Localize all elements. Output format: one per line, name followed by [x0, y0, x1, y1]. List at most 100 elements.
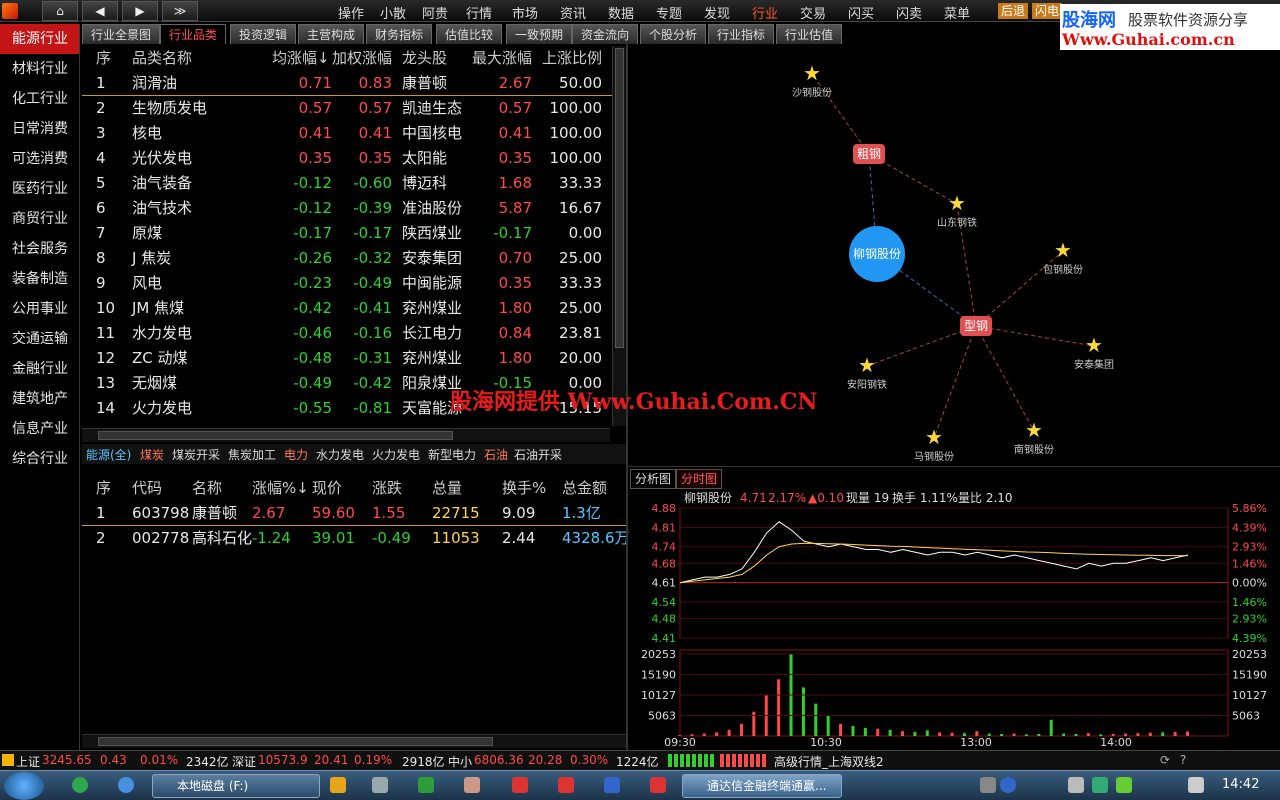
- signal-icon[interactable]: [1188, 777, 1204, 793]
- menu-item-10[interactable]: 交易: [800, 3, 826, 22]
- column-header[interactable]: 总量: [432, 476, 462, 501]
- menu-item-7[interactable]: 专题: [656, 3, 682, 22]
- tab-5[interactable]: 估值比较: [436, 24, 503, 44]
- star-icon[interactable]: ★: [1054, 238, 1072, 262]
- sub-tab-2[interactable]: 煤炭开采: [172, 446, 220, 463]
- app3-icon[interactable]: [604, 777, 620, 793]
- browser-icon[interactable]: [72, 777, 88, 793]
- sidebar-item-5[interactable]: 医药行业: [0, 174, 79, 204]
- column-header[interactable]: 龙头股: [402, 46, 447, 71]
- table-row[interactable]: 2 生物质发电 0.57 0.57 凯迪生态 0.57 100.00: [82, 96, 627, 121]
- star-icon[interactable]: ★: [858, 353, 876, 377]
- sidebar-item-9[interactable]: 公用事业: [0, 294, 79, 324]
- column-header[interactable]: 涨跌: [372, 476, 402, 501]
- network-icon[interactable]: [1116, 777, 1132, 793]
- column-header[interactable]: 品类名称: [132, 46, 192, 71]
- clock[interactable]: 14:42: [1222, 777, 1259, 792]
- sub-tab-5[interactable]: 水力发电: [316, 446, 364, 463]
- keyboard-icon[interactable]: [980, 777, 996, 793]
- sidebar-item-0[interactable]: 能源行业: [0, 24, 79, 54]
- column-header[interactable]: 序: [96, 476, 111, 501]
- vertical-scrollbar[interactable]: [612, 46, 626, 426]
- sub-tab-7[interactable]: 新型电力: [428, 446, 476, 463]
- sub-tab-0[interactable]: 能源(全): [86, 446, 131, 463]
- sidebar-item-11[interactable]: 金融行业: [0, 354, 79, 384]
- stock-app2-icon[interactable]: [558, 777, 574, 793]
- tab-4[interactable]: 财务指标: [366, 24, 433, 44]
- taskbar-item-tdx[interactable]: 通达信金融终端通赢...: [682, 774, 842, 798]
- tab-2[interactable]: 投资逻辑: [230, 24, 297, 44]
- column-header[interactable]: 换手%: [502, 476, 546, 501]
- scroll-thumb[interactable]: [98, 431, 453, 440]
- table-row[interactable]: 11 水力发电 -0.46 -0.16 长江电力 0.84 23.81: [82, 321, 627, 346]
- sidebar-item-12[interactable]: 建筑地产: [0, 384, 79, 414]
- sidebar-item-13[interactable]: 信息产业: [0, 414, 79, 444]
- sub-tab-8[interactable]: 石油: [484, 446, 508, 463]
- table-row[interactable]: 9 风电 -0.23 -0.49 中闽能源 0.35 33.33: [82, 271, 627, 296]
- table-row[interactable]: 1 润滑油 0.71 0.83 康普顿 2.67 50.00: [82, 71, 627, 96]
- column-header[interactable]: 名称: [192, 476, 222, 501]
- menu-item-4[interactable]: 市场: [512, 3, 538, 22]
- media-icon[interactable]: [330, 777, 346, 793]
- sidebar-item-6[interactable]: 商贸行业: [0, 204, 79, 234]
- table-row[interactable]: 5 油气装备 -0.12 -0.60 博迈科 1.68 33.33: [82, 171, 627, 196]
- flash-button[interactable]: 闪电: [1032, 3, 1063, 19]
- tab-intraday-chart[interactable]: 分时图: [676, 469, 723, 489]
- excel-icon[interactable]: [418, 777, 434, 793]
- horizontal-scrollbar-2[interactable]: [82, 734, 627, 748]
- sidebar-item-1[interactable]: 材料行业: [0, 54, 79, 84]
- scroll-thumb[interactable]: [98, 737, 493, 746]
- menu-item-3[interactable]: 行情: [466, 3, 492, 22]
- tab-analysis-chart[interactable]: 分析图: [630, 469, 677, 489]
- ie-icon[interactable]: [118, 777, 134, 793]
- tab-0[interactable]: 行业全景图: [82, 24, 161, 44]
- sub-tab-4[interactable]: 电力: [284, 446, 308, 463]
- sub-tab-1[interactable]: 煤炭: [140, 446, 164, 463]
- menu-item-13[interactable]: 菜单: [944, 3, 970, 22]
- refresh-icon[interactable]: ⟳: [1160, 753, 1170, 767]
- menu-item-1[interactable]: 小散: [380, 3, 406, 22]
- column-header[interactable]: 代码: [132, 476, 162, 501]
- horizontal-scrollbar[interactable]: [82, 428, 610, 442]
- tab-7[interactable]: 资金流向: [572, 24, 639, 44]
- table-row[interactable]: 10 JM 焦煤 -0.42 -0.41 兖州煤业 1.80 25.00: [82, 296, 627, 321]
- table-row[interactable]: 4 光伏发电 0.35 0.35 太阳能 0.35 100.00: [82, 146, 627, 171]
- help-tray-icon[interactable]: [1000, 777, 1016, 793]
- column-header[interactable]: 均涨幅↓: [272, 46, 330, 71]
- sub-tab-3[interactable]: 焦炭加工: [228, 446, 276, 463]
- star-icon[interactable]: ★: [925, 425, 943, 449]
- menu-item-8[interactable]: 发现: [704, 3, 730, 22]
- column-header[interactable]: 涨幅%↓: [252, 476, 309, 501]
- column-header[interactable]: 序: [96, 46, 111, 71]
- shield-icon[interactable]: [1092, 777, 1108, 793]
- table-row[interactable]: 8 J 焦炭 -0.26 -0.32 安泰集团 0.70 25.00: [82, 246, 627, 271]
- sub-tab-9[interactable]: 石油开采: [514, 446, 562, 463]
- column-header[interactable]: 上涨比例: [542, 46, 602, 71]
- intraday-chart[interactable]: 柳钢股份 4.71 2.17% ▲0.10 现量 19 换手 1.11% 量比 2.10 4.…: [628, 488, 1280, 750]
- column-header[interactable]: 最大涨幅: [472, 46, 532, 71]
- sidebar-item-10[interactable]: 交通运输: [0, 324, 79, 354]
- back-nav-button[interactable]: 后退: [998, 3, 1029, 19]
- column-header[interactable]: 总金额: [562, 476, 607, 501]
- home-button[interactable]: ⌂: [42, 1, 78, 21]
- tab-9[interactable]: 行业指标: [708, 24, 775, 44]
- tab-3[interactable]: 主营构成: [298, 24, 365, 44]
- star-icon[interactable]: ★: [803, 61, 821, 85]
- stock-row[interactable]: 2 002778 高科石化 -1.24 39.01 -0.49 11053 2.44 4328.…: [82, 526, 630, 551]
- more-button[interactable]: ≫: [162, 1, 198, 21]
- app-icon[interactable]: [372, 777, 388, 793]
- table-row[interactable]: 12 ZC 动煤 -0.48 -0.31 兖州煤业 1.80 20.00: [82, 346, 627, 371]
- stock-row[interactable]: 1 603798 康普顿 2.67 59.60 1.55 22715 9.09 1.3亿: [82, 501, 627, 526]
- column-header[interactable]: 现价: [312, 476, 342, 501]
- star-icon[interactable]: ★: [1085, 333, 1103, 357]
- taskbar-item-explorer[interactable]: 本地磁盘 (F:): [152, 774, 320, 798]
- menu-item-2[interactable]: 阿贵: [422, 3, 448, 22]
- sidebar-item-3[interactable]: 日常消费: [0, 114, 79, 144]
- menu-item-5[interactable]: 资讯: [560, 3, 586, 22]
- help-icon[interactable]: ?: [1180, 753, 1186, 767]
- app2-icon[interactable]: [464, 777, 480, 793]
- sidebar-item-8[interactable]: 装备制造: [0, 264, 79, 294]
- column-header[interactable]: 加权涨幅: [332, 46, 392, 71]
- tab-8[interactable]: 个股分析: [640, 24, 707, 44]
- back-button[interactable]: ◀: [82, 1, 118, 21]
